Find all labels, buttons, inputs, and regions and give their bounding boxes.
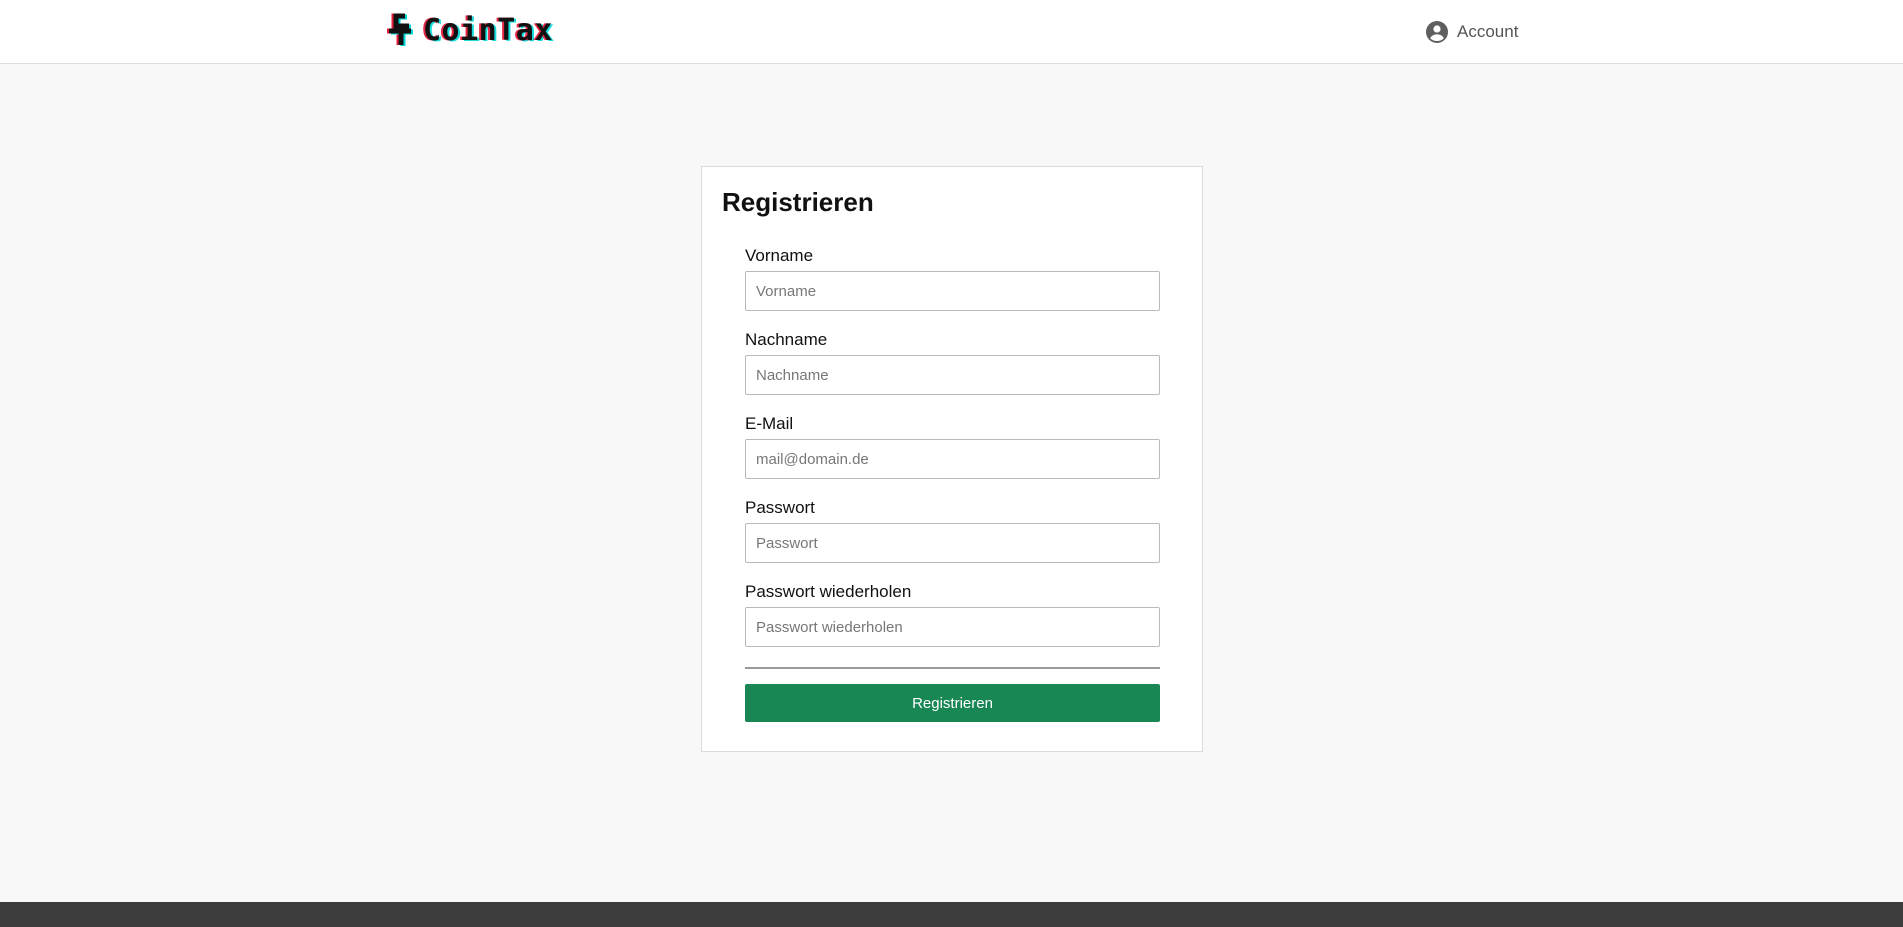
brand-name: CoinTax: [423, 12, 553, 48]
first-name-input[interactable]: [745, 271, 1160, 311]
email-label: E-Mail: [745, 414, 794, 433]
password-repeat-label: Passwort wiederholen: [745, 582, 912, 601]
brand-logo-link[interactable]: CoinTax: [385, 12, 553, 48]
register-submit-button[interactable]: Registrieren: [745, 684, 1160, 722]
registration-card: Registrieren Vorname Nachname E-Mail Pas…: [701, 166, 1203, 752]
email-input[interactable]: [745, 439, 1160, 479]
email-field-group: E-Mail: [745, 413, 1160, 479]
password-field-group: Passwort: [745, 497, 1160, 563]
account-label: Account: [1457, 22, 1519, 41]
form-divider: [745, 667, 1160, 669]
last-name-field-group: Nachname: [745, 329, 1160, 395]
page-footer: [0, 902, 1903, 927]
coin-letter-c-icon: [387, 13, 413, 46]
account-circle-icon: [1426, 21, 1448, 43]
password-repeat-input[interactable]: [745, 607, 1160, 647]
first-name-field-group: Vorname: [745, 245, 1160, 311]
form-title: Registrieren: [722, 187, 874, 217]
account-menu-button[interactable]: Account: [1425, 20, 1518, 44]
last-name-label: Nachname: [745, 330, 828, 349]
last-name-input[interactable]: [745, 355, 1160, 395]
first-name-label: Vorname: [745, 246, 814, 265]
password-label: Passwort: [745, 498, 815, 517]
top-navbar: CoinTax Account: [0, 0, 1903, 64]
password-input[interactable]: [745, 523, 1160, 563]
password-repeat-field-group: Passwort wiederholen: [745, 581, 1160, 647]
